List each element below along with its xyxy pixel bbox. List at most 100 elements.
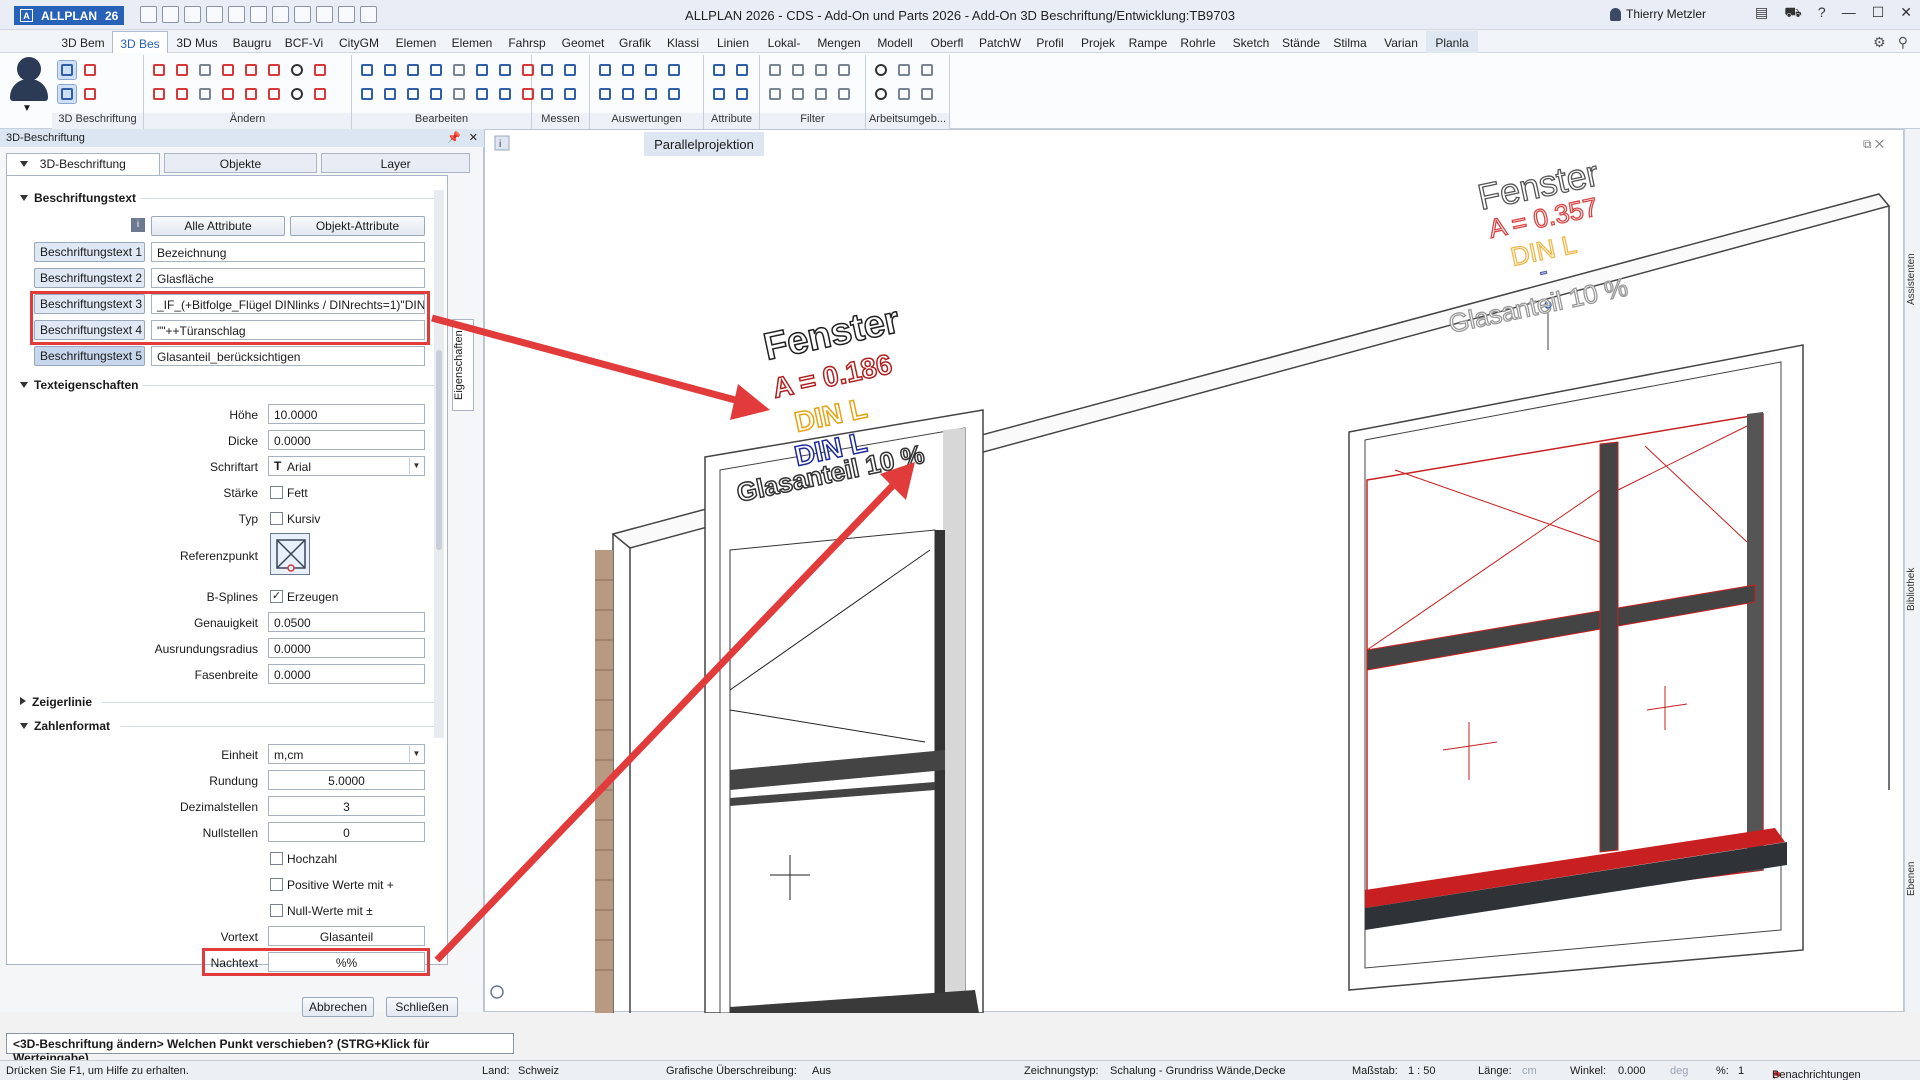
overwrite-value[interactable]: Aus bbox=[812, 1065, 831, 1077]
tool-icon[interactable] bbox=[381, 85, 399, 103]
tool-icon[interactable] bbox=[665, 85, 683, 103]
alle-attribute-button[interactable]: Alle Attribute bbox=[151, 216, 285, 236]
search-icon[interactable]: ⚲ bbox=[1898, 34, 1908, 51]
beschriftungstext-5-field[interactable]: Glasanteil_berücksichtigen bbox=[151, 346, 425, 366]
tool-icon[interactable] bbox=[381, 61, 399, 79]
tool-icon[interactable] bbox=[766, 85, 784, 103]
user-account[interactable]: Thierry Metzler bbox=[1609, 7, 1706, 21]
beschriftungstext-2-button[interactable]: Beschriftungstext 2 bbox=[34, 268, 145, 288]
tool-icon[interactable] bbox=[288, 61, 306, 79]
tab-planla-26[interactable]: Planla bbox=[1426, 31, 1478, 53]
pct-value[interactable]: 1 bbox=[1738, 1065, 1744, 1077]
tool-icon[interactable] bbox=[642, 85, 660, 103]
tab-ebenen[interactable]: Ebenen bbox=[1906, 849, 1920, 909]
tool-icon[interactable] bbox=[288, 85, 306, 103]
drawtype-value[interactable]: Schalung - Grundriss Wände,Decke bbox=[1110, 1065, 1285, 1077]
vortext-field[interactable]: Glasanteil bbox=[268, 926, 425, 946]
tool-icon[interactable] bbox=[496, 61, 514, 79]
dezimalstellen-field[interactable]: 3 bbox=[268, 796, 425, 816]
rundung-field[interactable]: 5.0000 bbox=[268, 770, 425, 790]
tool-icon[interactable] bbox=[665, 61, 683, 79]
tab-rampe-20[interactable]: Rampe bbox=[1124, 31, 1172, 53]
tool-icon[interactable] bbox=[733, 61, 751, 79]
tool-icon[interactable] bbox=[219, 61, 237, 79]
pin-icon[interactable]: 📌 bbox=[447, 131, 461, 144]
beschriftungstext-1-button[interactable]: Beschriftungstext 1 bbox=[34, 242, 145, 262]
tool-icon[interactable] bbox=[835, 85, 853, 103]
nullstellen-field[interactable]: 0 bbox=[268, 822, 425, 842]
schriftart-select[interactable]: T Arial ▼ bbox=[268, 456, 425, 476]
tool-icon[interactable] bbox=[710, 61, 728, 79]
tool-icon[interactable] bbox=[150, 85, 168, 103]
tab-bibliothek[interactable]: Bibliothek bbox=[1906, 549, 1920, 629]
tool-icon[interactable] bbox=[835, 61, 853, 79]
positive-werte-checkbox[interactable] bbox=[270, 878, 283, 891]
tool-icon[interactable] bbox=[918, 85, 936, 103]
section-zeigerlinie[interactable]: Zeigerlinie bbox=[20, 695, 92, 709]
beschriftungstext-5-button[interactable]: Beschriftungstext 5 bbox=[34, 346, 145, 366]
maximize-button[interactable]: ☐ bbox=[1872, 4, 1885, 23]
tool-icon[interactable] bbox=[265, 85, 283, 103]
tab-rohrle-21[interactable]: Rohrle bbox=[1172, 31, 1224, 53]
tool-icon[interactable] bbox=[358, 85, 376, 103]
genauigkeit-field[interactable]: 0.0500 bbox=[268, 612, 425, 632]
tab-baugru-3[interactable]: Baugru bbox=[226, 31, 278, 53]
tab-objekte[interactable]: Objekte bbox=[163, 153, 318, 173]
fasenbreite-field[interactable]: 0.0000 bbox=[268, 664, 425, 684]
tab-stilma-24[interactable]: Stilma bbox=[1324, 31, 1376, 53]
tool-icon[interactable] bbox=[450, 85, 468, 103]
null-werte-checkbox[interactable] bbox=[270, 904, 283, 917]
tool-icon[interactable] bbox=[596, 61, 614, 79]
land-value[interactable]: Schweiz bbox=[518, 1065, 559, 1077]
tool-icon[interactable] bbox=[642, 61, 660, 79]
close-button[interactable]: ✕ bbox=[1900, 4, 1912, 23]
tool-icon[interactable] bbox=[404, 61, 422, 79]
tab-profil-18[interactable]: Profil bbox=[1028, 31, 1072, 53]
tool-icon[interactable] bbox=[538, 61, 556, 79]
ausrundungsradius-field[interactable]: 0.0000 bbox=[268, 638, 425, 658]
tab-3d-bem-0[interactable]: 3D Bem bbox=[54, 31, 112, 53]
drawing-viewport[interactable]: i ⧉ ✕ Fenster A = 0.186 DIN L DIN L Glas… bbox=[484, 129, 1904, 1013]
tool-icon[interactable] bbox=[81, 61, 99, 79]
settings-icon[interactable]: ⚙ bbox=[1873, 34, 1886, 51]
tool-icon[interactable] bbox=[496, 85, 514, 103]
fett-checkbox[interactable] bbox=[270, 486, 283, 499]
tab-3d-mus-2[interactable]: 3D Mus bbox=[168, 31, 226, 53]
tab-bcf-vi-4[interactable]: BCF-Vi bbox=[278, 31, 330, 53]
abbrechen-button[interactable]: Abbrechen bbox=[302, 997, 374, 1017]
schliessen-button[interactable]: Schließen bbox=[386, 997, 458, 1017]
tool-icon[interactable] bbox=[619, 61, 637, 79]
tool-icon[interactable] bbox=[596, 85, 614, 103]
tool-icon[interactable] bbox=[872, 85, 890, 103]
tab-sketch-22[interactable]: Sketch bbox=[1224, 31, 1278, 53]
tool-icon[interactable] bbox=[561, 85, 579, 103]
tool-icon[interactable] bbox=[872, 61, 890, 79]
tool-icon[interactable] bbox=[219, 85, 237, 103]
beschriftungstext-1-field[interactable]: Bezeichnung bbox=[151, 242, 425, 262]
tool-icon[interactable] bbox=[404, 85, 422, 103]
tab-layer[interactable]: Layer bbox=[321, 153, 471, 173]
tool-icon[interactable] bbox=[473, 85, 491, 103]
tool-icon[interactable] bbox=[473, 61, 491, 79]
tool-icon[interactable] bbox=[450, 61, 468, 79]
tab-assistenten[interactable]: Assistenten bbox=[1906, 239, 1920, 319]
tool-icon[interactable] bbox=[242, 61, 260, 79]
tab-3d-bes-1[interactable]: 3D Bes bbox=[112, 31, 168, 53]
tool-icon[interactable] bbox=[895, 85, 913, 103]
section-beschriftungstext[interactable]: Beschriftungstext bbox=[20, 191, 136, 205]
einheit-select[interactable]: m,cm ▼ bbox=[268, 744, 425, 764]
tool-icon[interactable] bbox=[733, 85, 751, 103]
scale-value[interactable]: 1 : 50 bbox=[1408, 1065, 1436, 1077]
referenzpunkt-picker[interactable] bbox=[270, 533, 310, 575]
section-zahlenformat[interactable]: Zahlenformat bbox=[20, 719, 110, 733]
tool-icon[interactable] bbox=[196, 85, 214, 103]
hoehe-field[interactable]: 10.0000 bbox=[268, 404, 425, 424]
tool-icon[interactable] bbox=[427, 61, 445, 79]
panel-scrollbar[interactable] bbox=[434, 190, 444, 738]
tab-fahrsp-8[interactable]: Fahrsp bbox=[500, 31, 554, 53]
tool-icon[interactable] bbox=[710, 85, 728, 103]
shop-icon[interactable]: ⛟ bbox=[1784, 4, 1802, 23]
tool-icon[interactable] bbox=[619, 85, 637, 103]
minimize-button[interactable]: — bbox=[1842, 4, 1856, 23]
tab-oberfl-16[interactable]: Oberfl bbox=[922, 31, 972, 53]
